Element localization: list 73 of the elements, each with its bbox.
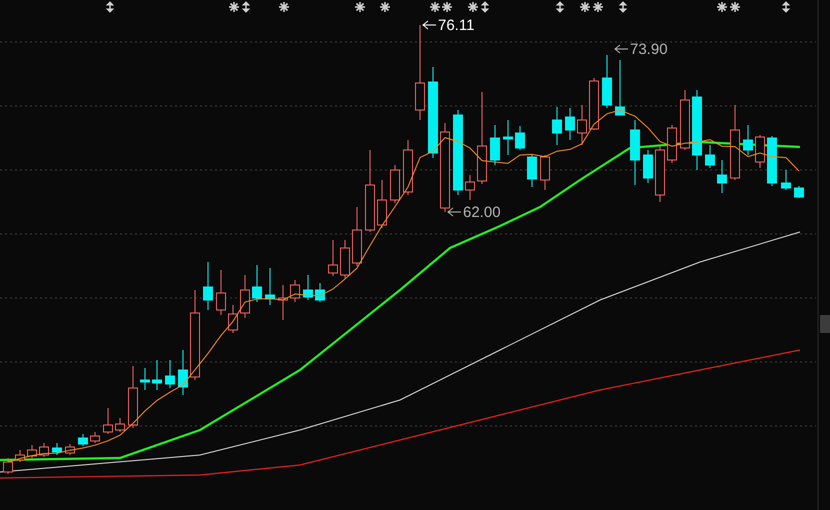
asterisk-icon[interactable] (279, 2, 289, 12)
candlestick (303, 274, 313, 300)
candlestick (667, 124, 677, 164)
candlestick (743, 124, 753, 156)
candlestick (278, 284, 288, 320)
candlestick (767, 136, 777, 186)
candlestick (228, 304, 238, 334)
candlestick (252, 264, 262, 302)
candlestick (15, 450, 25, 462)
candlestick (115, 418, 125, 432)
asterisk-icon[interactable] (580, 2, 590, 12)
candlestick (490, 124, 500, 166)
candlestick (352, 206, 362, 266)
updown-arrow-icon[interactable] (556, 1, 564, 13)
candlestick (152, 360, 162, 390)
asterisk-icon[interactable] (593, 2, 603, 12)
candlestick (178, 350, 188, 396)
candlestick (577, 104, 587, 146)
asterisk-icon[interactable] (229, 2, 239, 12)
asterisk-icon[interactable] (468, 2, 478, 12)
candlestick (755, 134, 765, 168)
candlestick (128, 366, 138, 428)
candlestick (290, 280, 300, 302)
candlestick (390, 164, 400, 204)
candlestick (377, 180, 387, 228)
updown-arrow-icon[interactable] (480, 1, 490, 13)
candlestick (27, 444, 37, 458)
candlestick (602, 54, 612, 108)
candlestick (589, 78, 599, 130)
candlestick (717, 160, 727, 194)
candlestick (527, 154, 537, 188)
candlestick (90, 432, 100, 444)
candlestick (39, 442, 49, 458)
candlestick (328, 240, 338, 276)
candlestick (403, 140, 413, 196)
candlestick (3, 458, 13, 474)
scrollbar-handle[interactable] (820, 315, 830, 333)
candlestick (140, 368, 150, 390)
updown-arrow-icon[interactable] (106, 1, 114, 13)
asterisk-icon[interactable] (442, 2, 452, 12)
candlestick (643, 150, 653, 184)
candlestick (216, 270, 226, 316)
candlestick (340, 240, 350, 278)
candlestick (265, 268, 275, 306)
candlestick (655, 144, 665, 202)
asterisk-icon[interactable] (430, 2, 440, 12)
asterisk-icon[interactable] (717, 2, 727, 12)
candlestick (540, 154, 550, 190)
candlestick (552, 106, 562, 146)
candlestick (515, 126, 525, 150)
candlestick (165, 360, 175, 388)
candlestick (78, 434, 88, 446)
candlestick (630, 120, 640, 186)
candlestick (65, 444, 75, 456)
updown-arrow-icon[interactable] (618, 1, 628, 13)
updown-arrow-icon[interactable] (782, 1, 790, 13)
candlestick (240, 274, 250, 318)
candlestick (52, 442, 62, 456)
candlestick (203, 262, 213, 310)
candlestick (103, 408, 113, 434)
candlestick (315, 282, 325, 302)
asterisk-icon[interactable] (730, 2, 740, 12)
candlestick (565, 108, 575, 140)
candlestick (680, 90, 690, 150)
candlestick (705, 144, 715, 168)
candlestick (465, 174, 475, 200)
candlestick (503, 120, 513, 156)
asterisk-icon[interactable] (380, 2, 390, 12)
candlestick (615, 60, 625, 116)
asterisk-icon[interactable] (355, 2, 365, 12)
updown-arrow-icon[interactable] (242, 1, 250, 13)
candlestick (794, 186, 804, 198)
candlestick (781, 170, 791, 190)
